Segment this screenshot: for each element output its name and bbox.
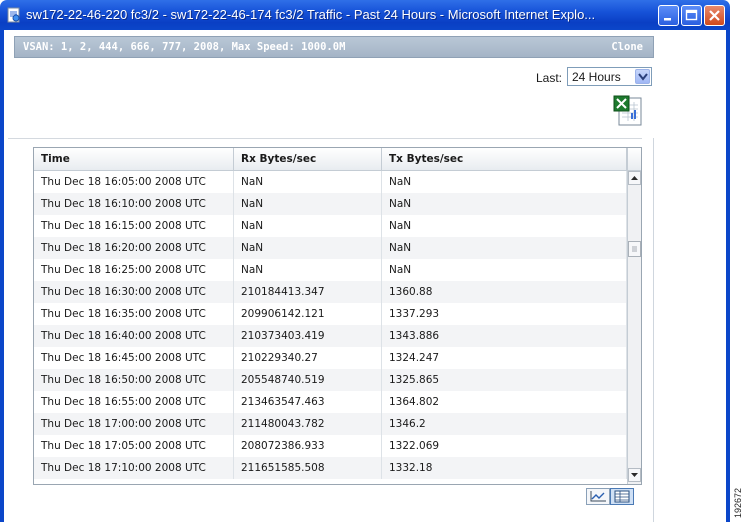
time-range-value: 24 Hours [572, 70, 621, 84]
scroll-thumb[interactable] [628, 241, 641, 257]
cell-tx: 1325.865 [382, 369, 627, 391]
grip-icon [632, 246, 637, 252]
dropdown-arrow-button[interactable] [635, 69, 650, 84]
cell-rx: NaN [234, 237, 382, 259]
close-icon [709, 10, 720, 21]
cell-time: Thu Dec 18 16:25:00 2008 UTC [34, 259, 234, 281]
cell-time: Thu Dec 18 17:10:00 2008 UTC [34, 457, 234, 479]
column-header-tx[interactable]: Tx Bytes/sec [382, 148, 627, 171]
cell-rx: 208072386.933 [234, 435, 382, 457]
table-row[interactable]: Thu Dec 18 17:10:00 2008 UTC 211651585.50… [34, 457, 627, 479]
cell-time: Thu Dec 18 16:10:00 2008 UTC [34, 193, 234, 215]
cell-tx: 1343.886 [382, 325, 627, 347]
cell-rx: 210184413.347 [234, 281, 382, 303]
cell-time: Thu Dec 18 16:20:00 2008 UTC [34, 237, 234, 259]
table-row[interactable]: Thu Dec 18 16:35:00 2008 UTC 209906142.12… [34, 303, 627, 325]
cell-rx: 209906142.121 [234, 303, 382, 325]
cell-tx: 1337.293 [382, 303, 627, 325]
vsan-info: VSAN: 1, 2, 444, 666, 777, 2008, Max Spe… [23, 41, 346, 53]
cell-time: Thu Dec 18 17:05:00 2008 UTC [34, 435, 234, 457]
cell-tx: 1360.88 [382, 281, 627, 303]
cell-tx: NaN [382, 237, 627, 259]
traffic-table: Time Rx Bytes/sec Tx Bytes/sec Thu Dec 1… [33, 147, 642, 485]
cell-tx: NaN [382, 259, 627, 281]
scroll-corner [627, 148, 641, 171]
panel-border [653, 138, 654, 522]
cell-time: Thu Dec 18 16:55:00 2008 UTC [34, 391, 234, 413]
cell-rx: 210229340.27 [234, 347, 382, 369]
cell-tx: 1332.18 [382, 457, 627, 479]
table-row[interactable]: Thu Dec 18 16:40:00 2008 UTC 210373403.41… [34, 325, 627, 347]
cell-tx: 1322.069 [382, 435, 627, 457]
view-toggle [586, 488, 634, 505]
cell-time: Thu Dec 18 16:15:00 2008 UTC [34, 215, 234, 237]
column-header-rx[interactable]: Rx Bytes/sec [234, 148, 382, 171]
window-title: sw172-22-46-220 fc3/2 - sw172-22-46-174 … [26, 7, 596, 22]
cell-rx: NaN [234, 215, 382, 237]
table-view-button[interactable] [610, 488, 634, 505]
chart-view-button[interactable] [586, 488, 610, 505]
table-row[interactable]: Thu Dec 18 17:00:00 2008 UTC 211480043.78… [34, 413, 627, 435]
cell-tx: NaN [382, 171, 627, 193]
table-row[interactable]: Thu Dec 18 16:25:00 2008 UTC NaN NaN [34, 259, 627, 281]
cell-rx: 211480043.782 [234, 413, 382, 435]
cell-rx: NaN [234, 171, 382, 193]
cell-time: Thu Dec 18 17:00:00 2008 UTC [34, 413, 234, 435]
scroll-down-button[interactable] [628, 468, 641, 482]
cell-tx: 1324.247 [382, 347, 627, 369]
window-content: VSAN: 1, 2, 444, 666, 777, 2008, Max Spe… [4, 30, 726, 522]
arrow-up-icon [631, 176, 638, 180]
maximize-button[interactable] [681, 5, 702, 26]
cell-time: Thu Dec 18 16:45:00 2008 UTC [34, 347, 234, 369]
clone-link[interactable]: Clone [611, 41, 643, 53]
vsan-header-bar: VSAN: 1, 2, 444, 666, 777, 2008, Max Spe… [14, 36, 654, 58]
table-view-icon [614, 490, 630, 503]
column-header-time[interactable]: Time [34, 148, 234, 171]
figure-id: 192672 [733, 487, 743, 518]
window-frame-right [726, 30, 730, 522]
vertical-scrollbar[interactable] [627, 171, 641, 484]
excel-export-icon[interactable] [612, 94, 646, 128]
table-header: Time Rx Bytes/sec Tx Bytes/sec [34, 148, 627, 171]
cell-rx: 211651585.508 [234, 457, 382, 479]
section-divider [8, 138, 642, 139]
time-range-select[interactable]: 24 Hours [567, 67, 652, 86]
maximize-icon [685, 9, 698, 21]
cell-rx: 213463547.463 [234, 391, 382, 413]
line-chart-icon [590, 491, 606, 502]
table-row[interactable]: Thu Dec 18 16:05:00 2008 UTC NaN NaN [34, 171, 627, 193]
cell-time: Thu Dec 18 16:40:00 2008 UTC [34, 325, 234, 347]
table-body: Thu Dec 18 16:05:00 2008 UTC NaN NaN Thu De… [34, 171, 627, 484]
cell-tx: NaN [382, 215, 627, 237]
table-row[interactable]: Thu Dec 18 16:50:00 2008 UTC 205548740.51… [34, 369, 627, 391]
table-row[interactable]: Thu Dec 18 16:10:00 2008 UTC NaN NaN [34, 193, 627, 215]
table-row[interactable]: Thu Dec 18 16:15:00 2008 UTC NaN NaN [34, 215, 627, 237]
table-row[interactable]: Thu Dec 18 17:05:00 2008 UTC 208072386.93… [34, 435, 627, 457]
cell-tx: 1346.2 [382, 413, 627, 435]
table-row[interactable]: Thu Dec 18 16:20:00 2008 UTC NaN NaN [34, 237, 627, 259]
cell-rx: 205548740.519 [234, 369, 382, 391]
cell-rx: 210373403.419 [234, 325, 382, 347]
arrow-down-icon [631, 473, 638, 477]
chevron-down-icon [638, 73, 648, 81]
scroll-up-button[interactable] [628, 171, 641, 185]
cell-rx: NaN [234, 259, 382, 281]
window-titlebar[interactable]: sw172-22-46-220 fc3/2 - sw172-22-46-174 … [0, 0, 730, 30]
table-row[interactable]: Thu Dec 18 16:30:00 2008 UTC 210184413.34… [34, 281, 627, 303]
minimize-button[interactable] [658, 5, 679, 26]
cell-rx: NaN [234, 193, 382, 215]
cell-tx: 1364.802 [382, 391, 627, 413]
cell-time: Thu Dec 18 16:50:00 2008 UTC [34, 369, 234, 391]
table-row[interactable]: Thu Dec 18 16:45:00 2008 UTC 210229340.27… [34, 347, 627, 369]
table-row[interactable]: Thu Dec 18 16:55:00 2008 UTC 213463547.46… [34, 391, 627, 413]
cell-time: Thu Dec 18 16:05:00 2008 UTC [34, 171, 234, 193]
cell-time: Thu Dec 18 16:35:00 2008 UTC [34, 303, 234, 325]
minimize-icon [664, 18, 671, 21]
cell-tx: NaN [382, 193, 627, 215]
last-label: Last: [536, 71, 563, 85]
cell-time: Thu Dec 18 16:30:00 2008 UTC [34, 281, 234, 303]
ie-page-icon [7, 7, 20, 23]
close-button[interactable] [704, 5, 725, 26]
